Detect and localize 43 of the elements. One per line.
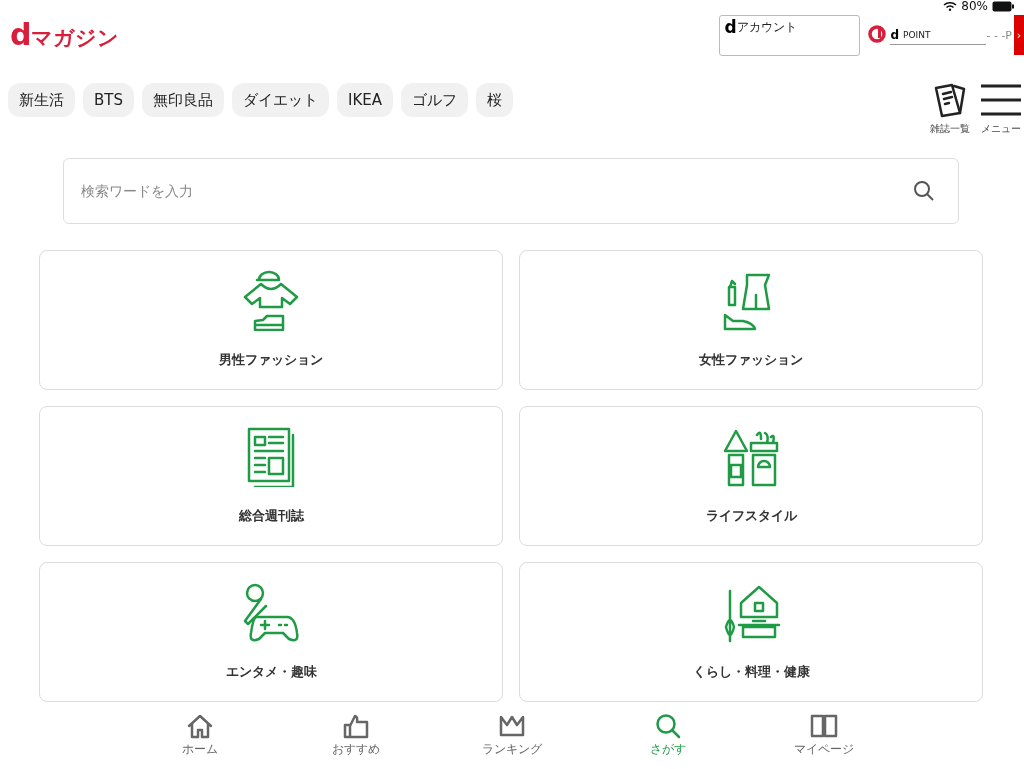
category-label: 男性ファッション [219,351,323,369]
nav-tab[interactable]: マイページ [746,703,902,769]
category-label: エンタメ・趣味 [225,663,317,681]
open-book-icon [810,713,838,739]
microphone-and-gamepad-icon [241,581,301,643]
category-label: くらし・料理・健康 [692,663,810,681]
category-card[interactable]: ライフスタイル [519,406,983,546]
tag-chip[interactable]: IKEA [337,83,393,117]
nav-tab[interactable]: ランキング [434,703,590,769]
dpoint-panel[interactable]: d POINT - - -P › [868,15,1024,53]
tag-chip[interactable]: 新生活 [8,83,75,117]
category-card[interactable]: 男性ファッション [39,250,503,390]
crown-icon [498,713,526,739]
category-card[interactable]: くらし・料理・健康 [519,562,983,702]
account-button[interactable]: dアカウント [719,15,861,56]
menu-button[interactable]: メニュー [980,82,1022,136]
wifi-icon [943,1,958,11]
search-icon [654,713,682,739]
category-card[interactable]: 女性ファッション [519,250,983,390]
battery-icon [992,0,1014,12]
dpoint-logo-icon [868,25,887,43]
nav-tab[interactable]: さがす [590,703,746,769]
category-label: 女性ファッション [699,351,803,369]
category-card[interactable]: エンタメ・趣味 [39,562,503,702]
magazine-list-button[interactable]: 雑誌一覧 [930,82,970,136]
search-field[interactable]: 検索ワードを入力 [63,158,959,224]
app-logo[interactable]: dマガジン [10,20,120,50]
tag-chip[interactable]: ゴルフ [401,83,468,117]
tag-chip[interactable]: 桜 [476,83,513,117]
search-icon[interactable] [913,180,935,202]
category-label: ライフスタイル [705,507,797,525]
nav-tab[interactable]: ホーム [122,703,278,769]
category-label: 総合週刊誌 [238,507,304,525]
clothing-icon [241,269,301,331]
tag-chip[interactable]: 無印良品 [142,83,224,117]
home-icon [186,713,214,739]
battery-percentage: 80% [961,0,988,13]
nav-tab[interactable]: おすすめ [278,703,434,769]
tag-chip[interactable]: BTS [83,83,134,117]
thumbs-up-icon [342,713,370,739]
category-card[interactable]: 総合週刊誌 [39,406,503,546]
tag-chip[interactable]: ダイエット [232,83,329,117]
menu-icon [980,82,1022,118]
